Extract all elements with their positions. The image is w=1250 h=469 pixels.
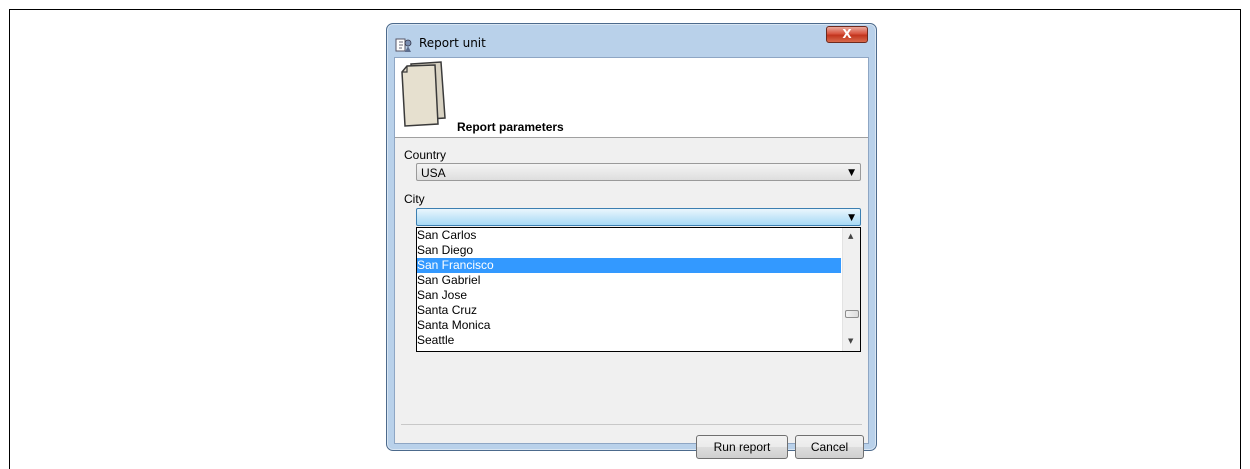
- window-title: Report unit: [419, 36, 486, 50]
- dropdown-scrollbar[interactable]: ▲ ▼: [842, 228, 860, 351]
- city-option[interactable]: San Jose: [417, 288, 841, 303]
- city-option[interactable]: Santa Monica: [417, 318, 841, 333]
- city-label: City: [404, 192, 425, 206]
- scroll-up-icon[interactable]: ▲: [848, 233, 853, 240]
- city-select[interactable]: ▼: [416, 208, 861, 226]
- close-button[interactable]: X: [826, 26, 868, 43]
- report-unit-dialog: Report unit X Report parameters Country …: [386, 23, 877, 459]
- city-option[interactable]: San Francisco: [417, 258, 841, 273]
- city-option[interactable]: Seattle: [417, 333, 841, 348]
- chevron-down-icon: ▼: [848, 168, 855, 178]
- city-options: San Carlos San Diego San Francisco San Gabr…: [417, 228, 841, 348]
- close-icon: X: [842, 27, 852, 41]
- country-value: USA: [421, 166, 446, 180]
- city-option[interactable]: San Gabriel: [417, 273, 841, 288]
- city-option[interactable]: San Diego: [417, 243, 841, 258]
- run-report-button[interactable]: Run report: [696, 435, 788, 459]
- city-option[interactable]: San Carlos: [417, 228, 841, 243]
- country-label: Country: [404, 148, 447, 162]
- header-band: Report parameters: [395, 58, 868, 138]
- dialog-body: Report parameters Country USA ▼ City ▼ S…: [394, 57, 869, 459]
- document-pages-icon: [397, 60, 453, 136]
- city-dropdown-list[interactable]: San Carlos San Diego San Francisco San Gabr…: [416, 227, 861, 352]
- city-option[interactable]: Santa Cruz: [417, 303, 841, 318]
- scroll-down-icon[interactable]: ▼: [848, 338, 853, 345]
- scroll-thumb[interactable]: [845, 310, 859, 318]
- country-select[interactable]: USA ▼: [416, 163, 861, 181]
- report-unit-icon: [395, 36, 413, 54]
- cancel-button[interactable]: Cancel: [795, 435, 864, 459]
- footer-separator: [401, 424, 862, 425]
- chevron-down-icon: ▼: [848, 213, 855, 223]
- title-bar[interactable]: Report unit X: [387, 24, 876, 57]
- header-title: Report parameters: [457, 120, 564, 134]
